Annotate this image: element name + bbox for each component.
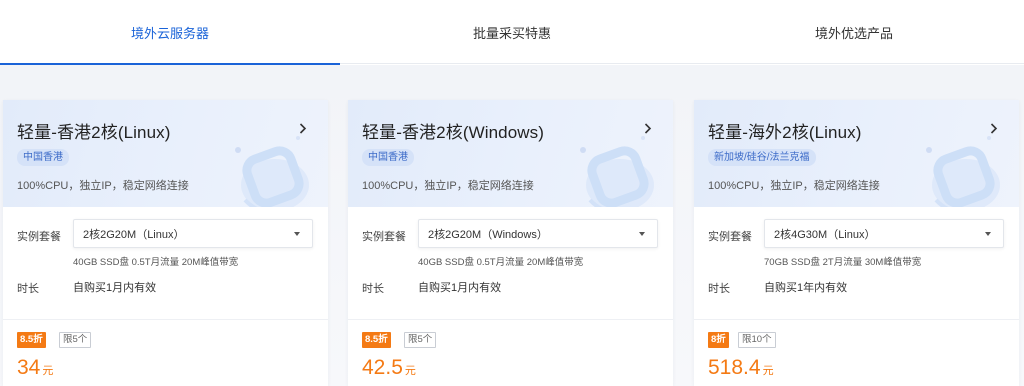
duration-label: 时长 — [362, 283, 384, 295]
card-config: 实例套餐 2核2G20M（Windows） 40GB SSD盘 0.5T月流量 … — [348, 207, 673, 320]
region-tag: 中国香港 — [362, 149, 414, 166]
tab-label: 境外云服务器 — [130, 25, 209, 41]
card-footer: 8.5折 限5个 42.5 元 — [348, 320, 673, 386]
package-spec: 40GB SSD盘 0.5T月流量 20M峰值带宽 — [418, 257, 584, 268]
card-description: 100%CPU，独立IP，稳定网络连接 — [708, 180, 880, 192]
card-footer: 8折 限10个 518.4 元 — [694, 320, 1019, 386]
limit-badge: 限5个 — [59, 332, 92, 348]
package-spec: 40GB SSD盘 0.5T月流量 20M峰值带宽 — [73, 257, 239, 268]
price: 34 元 — [17, 356, 53, 383]
price-amount: 34 — [17, 356, 41, 379]
duration-value: 自购买1年内有效 — [764, 282, 848, 294]
duration-value: 自购买1月内有效 — [73, 282, 157, 294]
cloud-server-illustration-icon — [580, 136, 654, 207]
caret-down-icon — [639, 232, 645, 236]
product-list: 轻量-香港2核(Linux) 中国香港 100%CPU，独立IP，稳定网络连接 … — [0, 65, 1024, 386]
tab-bulk-purchase[interactable]: 批量采买特惠 — [342, 0, 682, 64]
card-header[interactable]: 轻量-香港2核(Linux) 中国香港 100%CPU，独立IP，稳定网络连接 — [3, 100, 328, 207]
card-footer: 8.5折 限5个 34 元 — [3, 320, 328, 386]
caret-down-icon — [294, 232, 300, 236]
package-select[interactable]: 2核2G20M（Linux） — [73, 219, 313, 248]
card-title: 轻量-香港2核(Linux) — [17, 123, 171, 142]
discount-badge: 8.5折 — [17, 332, 46, 348]
limit-badge: 限5个 — [404, 332, 437, 348]
product-card: 轻量-香港2核(Windows) 中国香港 100%CPU，独立IP，稳定网络连… — [348, 100, 673, 386]
card-description: 100%CPU，独立IP，稳定网络连接 — [362, 180, 534, 192]
package-label: 实例套餐 — [708, 231, 752, 243]
package-value: 2核4G30M（Linux） — [774, 228, 876, 241]
region-tag: 新加坡/硅谷/法兰克福 — [708, 149, 816, 166]
price-unit: 元 — [762, 365, 774, 377]
card-header[interactable]: 轻量-香港2核(Windows) 中国香港 100%CPU，独立IP，稳定网络连… — [348, 100, 673, 207]
duration-value: 自购买1月内有效 — [418, 282, 502, 294]
card-config: 实例套餐 2核4G30M（Linux） 70GB SSD盘 2T月流量 30M峰… — [694, 207, 1019, 320]
cloud-server-illustration-icon — [235, 136, 309, 207]
cloud-server-illustration-icon — [926, 136, 1000, 207]
card-title: 轻量-海外2核(Linux) — [708, 123, 862, 142]
tab-label: 批量采买特惠 — [472, 25, 551, 41]
product-card: 轻量-香港2核(Linux) 中国香港 100%CPU，独立IP，稳定网络连接 … — [3, 100, 328, 386]
price: 42.5 元 — [362, 356, 416, 383]
price: 518.4 元 — [708, 356, 774, 383]
card-config: 实例套餐 2核2G20M（Linux） 40GB SSD盘 0.5T月流量 20… — [3, 207, 328, 320]
discount-badge: 8折 — [708, 332, 729, 348]
caret-down-icon — [985, 232, 991, 236]
price-unit: 元 — [404, 365, 416, 377]
duration-label: 时长 — [17, 283, 39, 295]
card-description: 100%CPU，独立IP，稳定网络连接 — [17, 180, 189, 192]
package-value: 2核2G20M（Linux） — [83, 228, 185, 241]
card-title: 轻量-香港2核(Windows) — [362, 123, 545, 142]
tab-overseas-cloud-server[interactable]: 境外云服务器 — [0, 0, 340, 65]
region-tag: 中国香港 — [17, 149, 69, 166]
duration-label: 时长 — [708, 283, 730, 295]
tab-bar: 境外云服务器 批量采买特惠 境外优选产品 — [0, 0, 1024, 65]
package-select[interactable]: 2核2G20M（Windows） — [418, 219, 658, 248]
price-amount: 42.5 — [362, 356, 403, 379]
card-header[interactable]: 轻量-海外2核(Linux) 新加坡/硅谷/法兰克福 100%CPU，独立IP，… — [694, 100, 1019, 207]
product-card: 轻量-海外2核(Linux) 新加坡/硅谷/法兰克福 100%CPU，独立IP，… — [694, 100, 1019, 386]
package-label: 实例套餐 — [17, 231, 61, 243]
package-label: 实例套餐 — [362, 231, 406, 243]
price-unit: 元 — [42, 365, 54, 377]
tab-overseas-featured[interactable]: 境外优选产品 — [684, 0, 1024, 64]
limit-badge: 限10个 — [738, 332, 776, 348]
package-select[interactable]: 2核4G30M（Linux） — [764, 219, 1004, 248]
package-value: 2核2G20M（Windows） — [428, 228, 548, 241]
price-amount: 518.4 — [708, 356, 761, 379]
discount-badge: 8.5折 — [362, 332, 391, 348]
package-spec: 70GB SSD盘 2T月流量 30M峰值带宽 — [764, 257, 922, 268]
tab-label: 境外优选产品 — [814, 25, 893, 41]
